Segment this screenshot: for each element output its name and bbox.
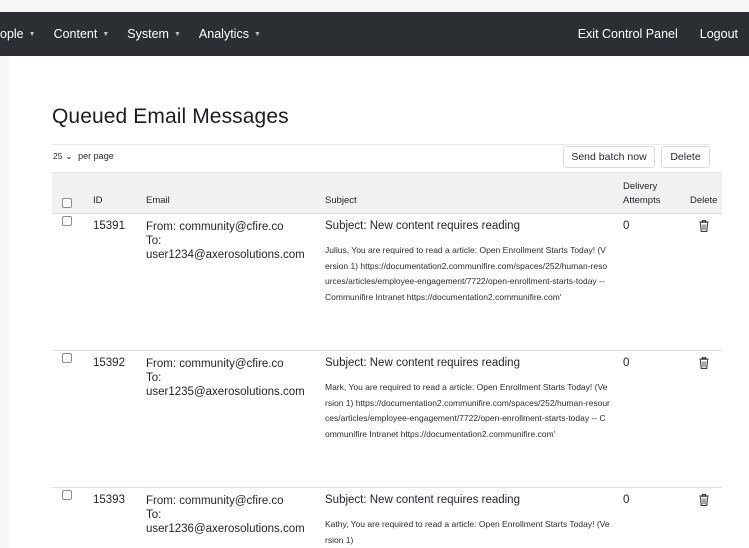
exit-control-panel-label: Exit Control Panel bbox=[577, 27, 678, 41]
row-email: From: community@cfire.co To: user1234@ax… bbox=[146, 220, 305, 262]
row-subject-body: Mark, You are required to read a article… bbox=[325, 382, 610, 439]
table-row: 15391 From: community@cfire.co To: user1… bbox=[52, 214, 722, 351]
header-id: ID bbox=[93, 195, 103, 206]
per-page-label: per page bbox=[78, 151, 114, 161]
row-to-label: To: bbox=[146, 235, 162, 247]
row-to-label: To: bbox=[146, 372, 162, 384]
table-row: 15392 From: community@cfire.co To: user1… bbox=[52, 351, 722, 488]
row-delivery-attempts: 0 bbox=[623, 357, 630, 369]
table-row: 15393 From: community@cfire.co To: user1… bbox=[52, 488, 722, 548]
row-delete-button[interactable] bbox=[699, 219, 709, 235]
header-subject: Subject bbox=[325, 195, 357, 206]
exit-control-panel-link[interactable]: Exit Control Panel bbox=[578, 27, 678, 41]
chevron-down-icon: ⌄ bbox=[65, 151, 73, 161]
caret-down-icon: ▼ bbox=[253, 31, 261, 38]
header-email: Email bbox=[146, 195, 170, 206]
send-batch-now-button[interactable]: Send batch now bbox=[563, 146, 655, 168]
header-delete: Delete bbox=[690, 195, 718, 206]
row-from: From: community@cfire.co bbox=[146, 358, 284, 370]
trash-icon bbox=[699, 356, 709, 369]
nav-left: ople ▼ Content ▼ System ▼ Analytics ▼ bbox=[0, 12, 261, 56]
row-to-address: user1235@axerosolutions.com bbox=[146, 386, 305, 398]
row-id: 15392 bbox=[93, 357, 125, 369]
caret-down-icon: ▼ bbox=[28, 31, 36, 38]
row-checkbox[interactable] bbox=[62, 490, 72, 500]
nav-menu-analytics[interactable]: Analytics ▼ bbox=[199, 27, 261, 41]
header-delivery-attempts-line2: Attempts bbox=[623, 195, 661, 206]
row-subject: Subject: New content requires reading Ka… bbox=[325, 494, 610, 548]
row-checkbox[interactable] bbox=[62, 216, 72, 226]
app-frame: ople ▼ Content ▼ System ▼ Analytics ▼ Ex… bbox=[0, 0, 749, 548]
row-subject-body: Julius, You are required to read a artic… bbox=[325, 245, 608, 302]
row-subject-title: Subject: New content requires reading bbox=[325, 220, 520, 232]
email-queue-table: ID Email Subject Delivery Attempts Delet… bbox=[52, 172, 722, 548]
row-subject-title: Subject: New content requires reading bbox=[325, 357, 520, 369]
row-subject-title: Subject: New content requires reading bbox=[325, 494, 520, 506]
page-title: Queued Email Messages bbox=[52, 105, 289, 128]
per-page-select[interactable]: 25 ⌄ bbox=[52, 151, 73, 161]
nav-menu-system[interactable]: System ▼ bbox=[127, 27, 181, 41]
row-email: From: community@cfire.co To: user1235@ax… bbox=[146, 357, 305, 399]
nav-menu-content[interactable]: Content ▼ bbox=[54, 27, 110, 41]
row-delete-button[interactable] bbox=[699, 356, 709, 372]
row-checkbox[interactable] bbox=[62, 353, 72, 363]
header-delivery-attempts: Delivery Attempts bbox=[623, 180, 661, 208]
logout-link[interactable]: Logout bbox=[700, 27, 738, 41]
main-content: Queued Email Messages 25 ⌄ per page Send… bbox=[9, 56, 749, 548]
row-to-label: To: bbox=[146, 509, 162, 521]
top-navigation-bar: ople ▼ Content ▼ System ▼ Analytics ▼ Ex… bbox=[0, 12, 749, 56]
row-to-address: user1236@axerosolutions.com bbox=[146, 523, 305, 535]
logout-label: Logout bbox=[699, 27, 738, 41]
per-page-control: 25 ⌄ per page bbox=[52, 151, 114, 161]
row-from: From: community@cfire.co bbox=[146, 495, 284, 507]
row-subject-body: Kathy, You are required to read a articl… bbox=[325, 519, 610, 545]
row-subject: Subject: New content requires reading Ju… bbox=[325, 220, 610, 305]
caret-down-icon: ▼ bbox=[102, 31, 110, 38]
select-all-checkbox[interactable] bbox=[62, 198, 72, 208]
nav-menu-people[interactable]: ople ▼ bbox=[0, 27, 36, 41]
row-subject: Subject: New content requires reading Ma… bbox=[325, 357, 610, 442]
trash-icon bbox=[699, 493, 709, 506]
row-email: From: community@cfire.co To: user1236@ax… bbox=[146, 494, 305, 536]
row-id: 15393 bbox=[93, 494, 125, 506]
caret-down-icon: ▼ bbox=[173, 31, 181, 38]
table-controls: 25 ⌄ per page Send batch now Delete bbox=[52, 144, 710, 170]
row-delivery-attempts: 0 bbox=[623, 220, 630, 232]
nav-menu-analytics-label: Analytics bbox=[198, 27, 249, 41]
nav-menu-system-label: System bbox=[127, 27, 169, 41]
nav-right: Exit Control Panel Logout bbox=[578, 12, 749, 56]
row-to-address: user1234@axerosolutions.com bbox=[146, 249, 305, 261]
delete-selected-button[interactable]: Delete bbox=[661, 146, 710, 168]
nav-menu-people-label: ople bbox=[0, 27, 24, 41]
nav-menu-content-label: Content bbox=[53, 27, 98, 41]
header-delivery-attempts-line1: Delivery bbox=[623, 181, 658, 192]
row-delete-button[interactable] bbox=[699, 493, 709, 509]
row-id: 15391 bbox=[93, 220, 125, 232]
row-delivery-attempts: 0 bbox=[623, 494, 630, 506]
trash-icon bbox=[699, 219, 709, 232]
per-page-value: 25 bbox=[53, 151, 63, 161]
row-from: From: community@cfire.co bbox=[146, 221, 284, 233]
table-header-row: ID Email Subject Delivery Attempts Delet… bbox=[52, 173, 722, 214]
